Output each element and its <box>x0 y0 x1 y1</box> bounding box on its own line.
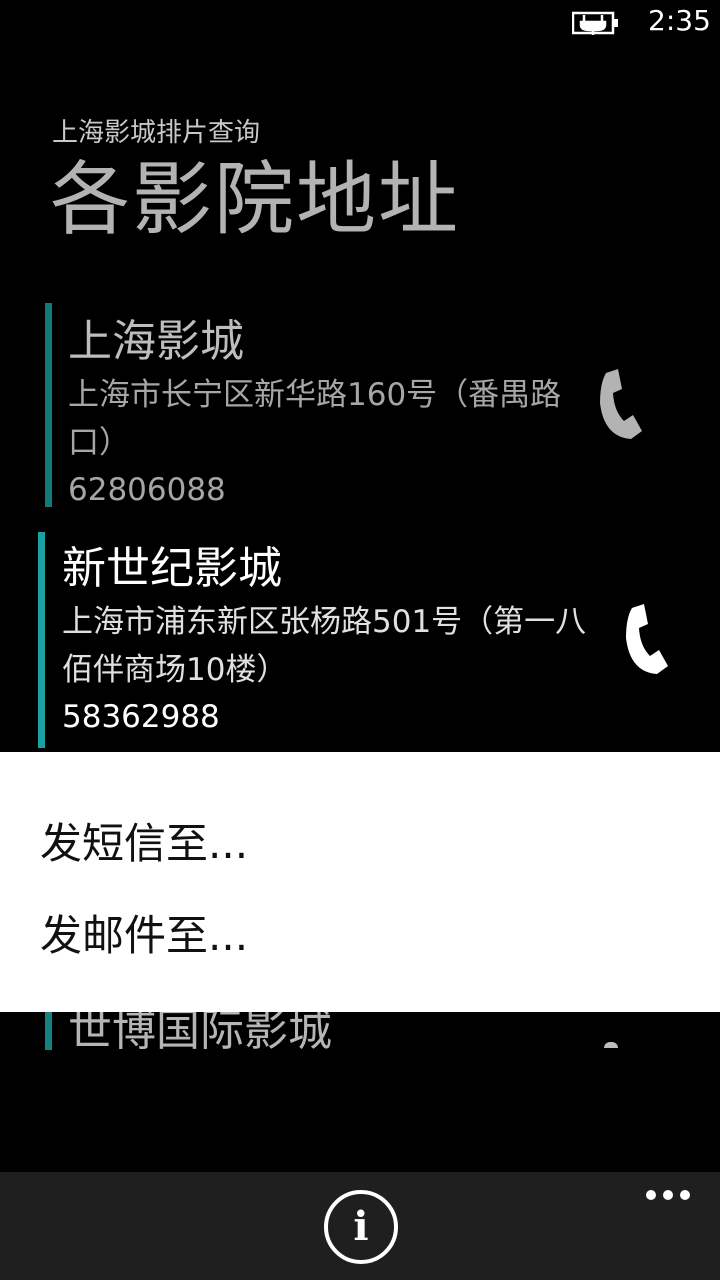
cinema-item-shanghai[interactable]: 上海影城 上海市长宁区新华路160号（番禺路口） 62806088 <box>0 303 720 508</box>
phone-icon[interactable] <box>604 1042 618 1048</box>
app-title: 上海影城排片查询 <box>52 118 261 148</box>
phone-icon[interactable] <box>618 602 678 682</box>
status-clock: 2:35 <box>648 4 711 37</box>
cinema-info: 世博国际影城 <box>68 1010 332 1050</box>
cinema-item-new-century[interactable]: 新世纪影城 上海市浦东新区张杨路501号（第一八佰伴商场10楼） 5836298… <box>0 532 720 748</box>
cinema-item-expo[interactable]: 世博国际影城 <box>0 1010 720 1050</box>
cinema-phone: 58362988 <box>62 699 220 735</box>
app-bar: i <box>0 1172 720 1280</box>
page-title: 各影院地址 <box>50 153 460 246</box>
accent-bar <box>45 1010 52 1050</box>
phone-icon[interactable] <box>592 367 652 447</box>
cinema-name: 新世纪影城 <box>62 543 282 594</box>
cinema-phone: 62806088 <box>68 472 226 508</box>
info-icon: i <box>353 1203 369 1250</box>
cinema-name: 上海影城 <box>68 316 244 367</box>
status-bar: 2:35 <box>0 0 720 48</box>
menu-item-send-email[interactable]: 发邮件至... <box>40 902 248 963</box>
cinema-address: 上海市长宁区新华路160号（番禺路口） <box>68 377 562 461</box>
battery-charging-icon <box>572 11 618 35</box>
menu-item-send-sms[interactable]: 发短信至... <box>40 810 248 871</box>
info-button[interactable]: i <box>324 1190 398 1264</box>
cinema-address: 上海市浦东新区张杨路501号（第一八佰伴商场10楼） <box>62 604 587 688</box>
ellipsis-icon[interactable] <box>640 1180 696 1210</box>
cinema-info: 新世纪影城 上海市浦东新区张杨路501号（第一八佰伴商场10楼） 5836298… <box>62 540 602 740</box>
accent-bar <box>38 532 45 748</box>
cinema-name: 世博国际影城 <box>68 1010 332 1050</box>
accent-bar <box>45 303 52 507</box>
context-menu: 发短信至... 发邮件至... <box>0 752 720 1012</box>
cinema-info: 上海影城 上海市长宁区新华路160号（番禺路口） 62806088 <box>68 313 588 513</box>
